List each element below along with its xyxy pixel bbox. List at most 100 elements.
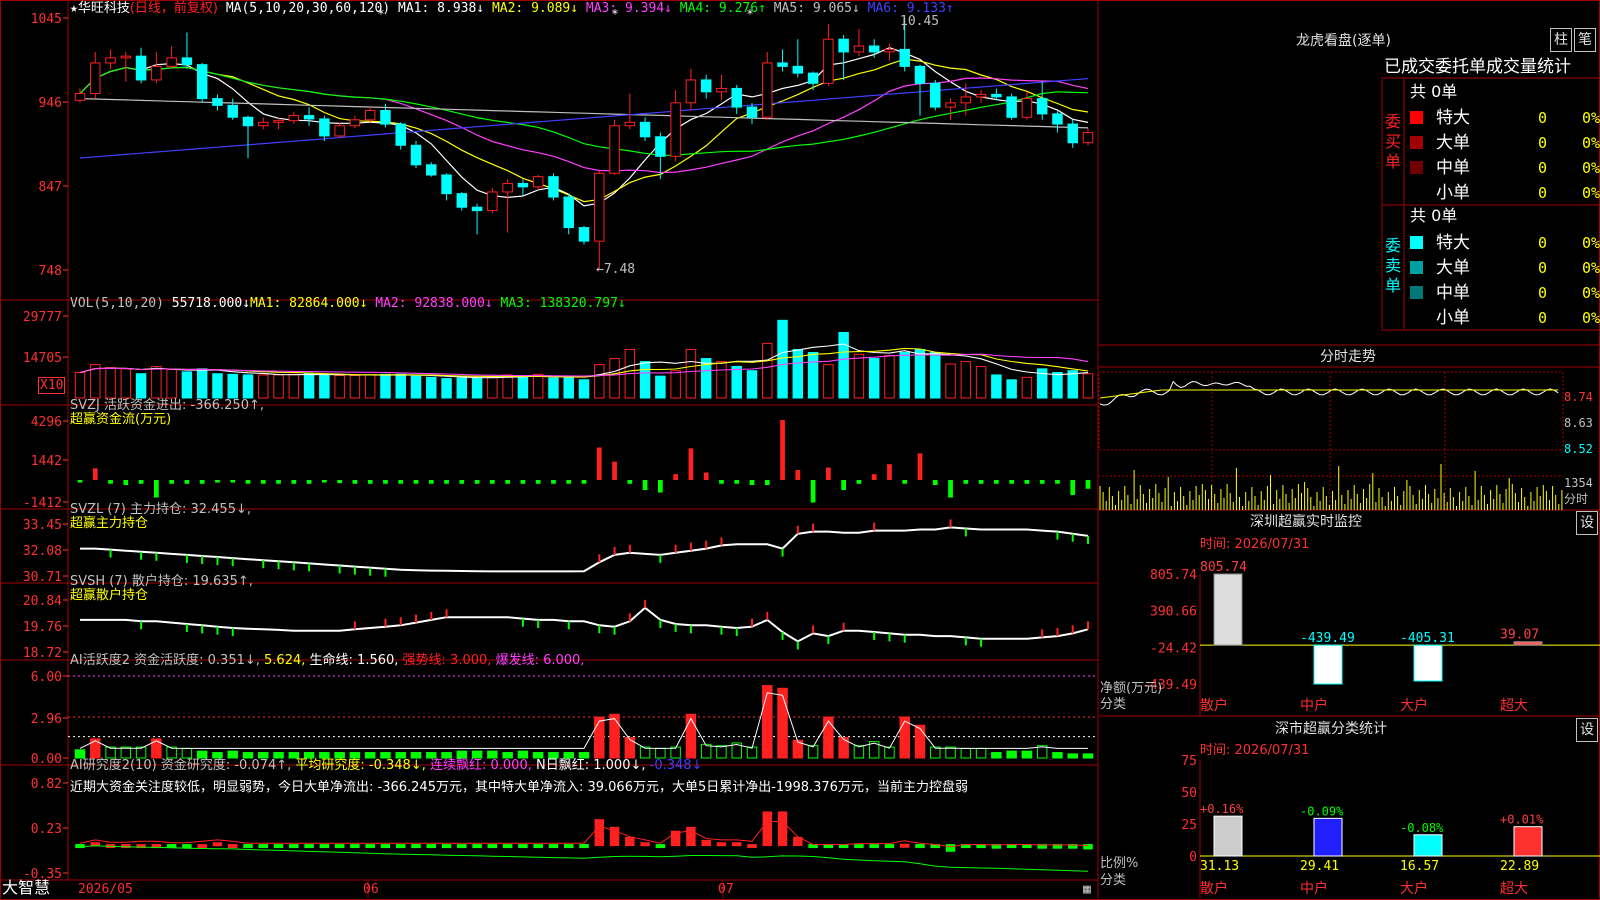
volume-bar — [196, 368, 208, 399]
candle-body — [258, 121, 269, 127]
volume-bar — [884, 355, 895, 399]
period-mode[interactable]: (日线，前复权) — [130, 1, 218, 16]
candle-body — [578, 227, 590, 242]
tab-volume-stats[interactable]: 成交量统计 — [1486, 57, 1571, 77]
tab-traded[interactable]: 已成交 — [1384, 57, 1435, 77]
sell-row-pct: 0% — [1582, 234, 1600, 252]
sell-row-name: 特大 — [1436, 233, 1470, 253]
research-bar — [915, 844, 925, 849]
research-bar — [899, 843, 910, 848]
flow-bar — [520, 480, 526, 484]
candle-body — [181, 57, 193, 66]
activity-bar — [685, 713, 697, 759]
candle-body — [120, 55, 132, 59]
candle-body — [74, 93, 86, 101]
research-bar — [747, 844, 757, 849]
buy-row-count: 0 — [1538, 134, 1547, 152]
candle-body — [899, 48, 910, 67]
buy-row-pct: 0% — [1582, 134, 1600, 152]
volume-bar — [334, 375, 345, 399]
candle-body — [90, 62, 101, 95]
research-bar — [182, 844, 192, 849]
flow-bar — [612, 461, 617, 480]
sell-row-swatch — [1410, 286, 1423, 299]
activity-bar — [624, 737, 636, 759]
volume-bar — [991, 374, 1002, 399]
research-bar — [777, 811, 788, 847]
price-tick-label: 748 — [39, 264, 62, 279]
ss-tick-label: 50 — [1181, 786, 1197, 801]
buy-row-swatch — [1410, 111, 1423, 124]
activity-bar — [716, 745, 727, 759]
candle-body — [716, 87, 727, 93]
research-bar — [854, 844, 864, 849]
activity-bar — [853, 745, 865, 759]
buy-row-swatch — [1410, 161, 1423, 174]
stock-name[interactable]: 华旺科技 — [78, 1, 130, 16]
intraday-tick-1: 8.74 — [1564, 390, 1593, 404]
volume-bar — [380, 373, 391, 399]
bar-mode-button[interactable]: 柱 — [1550, 28, 1572, 52]
ss-stats-title: 深市超赢分类统计 — [1275, 721, 1387, 737]
volume-bar — [1006, 379, 1017, 399]
candle-body — [639, 121, 651, 138]
volume-bar — [746, 370, 758, 399]
candle-body — [807, 72, 819, 84]
candle-body — [196, 64, 208, 100]
tab-orders[interactable]: 委托单 — [1435, 57, 1486, 77]
research-bar — [304, 844, 314, 849]
activity-bar — [74, 749, 86, 759]
flow-bar — [581, 480, 587, 484]
volume-bar — [975, 365, 987, 399]
volume-bar — [838, 331, 849, 399]
candle-body — [227, 104, 238, 118]
research-bar — [945, 844, 956, 852]
flow-bar — [673, 474, 679, 480]
sell-row-swatch — [1410, 261, 1423, 274]
research-bar — [869, 844, 879, 849]
ss-settings-button[interactable]: 设 — [1576, 718, 1598, 742]
candle-body — [456, 193, 468, 208]
lock-icon[interactable]: ▦ — [1083, 882, 1091, 897]
svzl-tick-label: 32.08 — [23, 544, 62, 559]
ma1-line — [79, 47, 1089, 207]
flow-bar — [963, 480, 969, 484]
star-icon: ★ — [70, 1, 78, 16]
svzl-sub: 超赢主力持仓 — [70, 516, 149, 531]
volume-bar — [762, 342, 773, 399]
volume-bar — [410, 375, 422, 399]
flow-bar — [505, 480, 511, 484]
research-line-red — [79, 821, 1089, 848]
volume-bar — [288, 373, 300, 399]
activity-bar — [1067, 753, 1078, 759]
activity-bar — [930, 746, 941, 759]
volume-bar — [655, 375, 666, 399]
activity-bar — [777, 687, 788, 759]
candle-body — [319, 118, 330, 137]
sz-settings-button[interactable]: 设 — [1576, 511, 1598, 535]
flow-bar — [551, 480, 556, 484]
flow-bar — [566, 480, 572, 484]
svzj-tick-label: -1412 — [23, 496, 62, 511]
candle-body — [930, 82, 941, 108]
candle-body — [594, 172, 605, 242]
flow-bar — [184, 480, 190, 484]
activity-bar — [960, 747, 972, 759]
svzj-tick-label: 1442 — [31, 454, 62, 469]
activity-bar — [1006, 750, 1017, 759]
flow-bar — [215, 480, 220, 483]
ss-category: 超大 — [1500, 881, 1528, 897]
sz-bar-value: 805.74 — [1200, 560, 1247, 575]
activity-bar — [594, 716, 605, 759]
candle-body — [777, 62, 788, 67]
volume-bar — [426, 376, 437, 399]
volume-bar — [364, 374, 376, 399]
activity-bar — [823, 716, 834, 759]
flow-bar — [337, 480, 343, 484]
activity-bar — [1021, 750, 1033, 759]
flow-bar — [489, 480, 495, 484]
volume-bar — [1082, 373, 1094, 399]
ma4-value: MA4: 9.276↑ — [679, 1, 766, 16]
tick-mode-button[interactable]: 笔 — [1574, 28, 1596, 52]
vol-title: VOL(5,10,20) — [70, 296, 164, 311]
